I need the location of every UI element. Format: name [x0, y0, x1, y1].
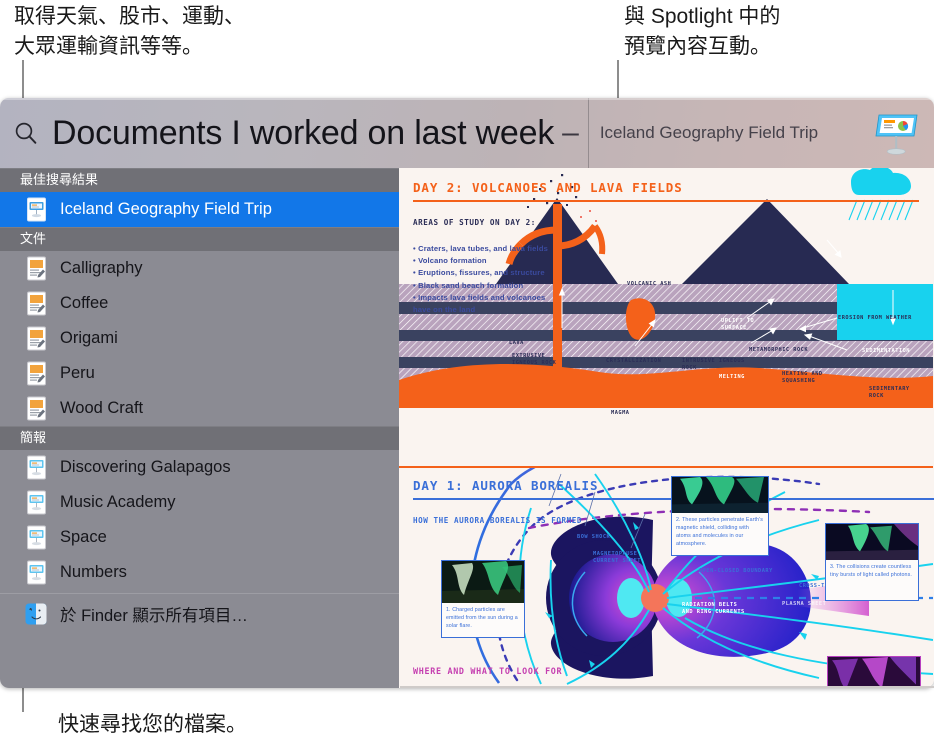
pages-document-icon	[24, 361, 48, 387]
preview-pane[interactable]: DAY 2: VOLCANOES AND LAVA FIELDS AREAS O…	[399, 168, 934, 688]
day2-header: DAY 2: VOLCANOES AND LAVA FIELDS	[413, 180, 919, 202]
spotlight-window: Documents I worked on last week – Icelan…	[0, 98, 934, 688]
day2-subtitle: AREAS OF STUDY ON DAY 2:	[413, 218, 536, 227]
day2-bullet-3: • Black sand beach formation	[413, 280, 524, 290]
label-lava: LAVA	[509, 340, 524, 346]
pages-document-icon	[24, 326, 48, 352]
label-crystallization: CRYSTALLIZATION	[606, 358, 662, 364]
result-row[interactable]: Wood Craft	[0, 391, 399, 426]
result-row-label: Origami	[60, 329, 118, 347]
day2-rule	[413, 200, 919, 202]
result-row-label: Space	[60, 528, 107, 546]
result-row[interactable]: Origami	[0, 321, 399, 356]
results-group-header: 最佳搜尋結果	[0, 168, 399, 192]
label-metamorphic-rock: METAMORPHIC ROCK	[749, 347, 809, 353]
keynote-document-icon	[24, 455, 48, 481]
spotlight-search-bar[interactable]: Documents I worked on last week – Icelan…	[0, 98, 934, 169]
spotlight-body: 最佳搜尋結果 Iceland Geography Field Trip 文件 Ca…	[0, 168, 934, 688]
day2-bullet-1: • Volcano formation	[413, 256, 487, 266]
label-magnetopause-current-sheet: MAGNETOPAUSE CURRENT SHEET	[593, 551, 641, 564]
result-row[interactable]: Iceland Geography Field Trip	[0, 192, 399, 227]
result-row[interactable]: Space	[0, 520, 399, 555]
annotation-right: 與 Spotlight 中的 預覽內容互動。	[624, 5, 781, 58]
day1-footer-note: WHERE AND WHAT TO LOOK FOR	[413, 666, 563, 676]
aurora-card-3: 3. The collisions create countless tiny …	[825, 523, 919, 601]
results-list[interactable]: 最佳搜尋結果 Iceland Geography Field Trip 文件 Ca…	[0, 168, 399, 688]
day2-bullet-0: • Craters, lava tubes, and lava fields	[413, 244, 548, 253]
label-extrusive-igneous-rock: EXTRUSIVE IGNEOUS ROCK	[512, 353, 557, 366]
day1-title: DAY 1: AURORA BOREALIS	[413, 478, 599, 493]
result-row[interactable]: Discovering Galapagos	[0, 450, 399, 485]
label-erosion-from-weather: EROSION FROM WEATHER	[838, 315, 912, 321]
result-row-label: Peru	[60, 364, 95, 382]
label-open-closed-boundary: OPEN-CLOSED BOUNDARY	[699, 568, 773, 574]
keynote-presentation-icon	[866, 108, 934, 158]
search-input[interactable]: Documents I worked on last week	[52, 114, 554, 153]
aurora-card-1-caption: 1. Charged particles are emitted from th…	[446, 607, 518, 629]
result-row-label: Numbers	[60, 563, 127, 581]
result-row-label: Iceland Geography Field Trip	[60, 200, 272, 218]
label-uplift-to-surface: UPLIFT TO SURFACE	[721, 318, 755, 331]
result-row[interactable]: Calligraphy	[0, 251, 399, 286]
label-plasma-sheet: PLASMA SHEET	[782, 601, 827, 607]
day2-bullets: • Craters, lava tubes, and lava fields •…	[413, 243, 623, 316]
result-row-label: Calligraphy	[60, 259, 143, 277]
day1-subtitle: HOW THE AURORA BOREALIS IS FORMED	[413, 516, 583, 525]
preview-bottom-divider	[400, 686, 934, 688]
results-separator	[0, 593, 399, 594]
aurora-card-2: 2. These particles penetrate Earth's mag…	[671, 476, 769, 556]
keynote-document-icon	[24, 560, 48, 586]
search-completion-text: Iceland Geography Field Trip	[599, 123, 819, 142]
label-radiation-belts: RADIATION BELTS AND RING CURRENTS	[682, 602, 745, 615]
annotation-left: 取得天氣、股市、運動、 大眾運輸資訊等等。	[14, 5, 245, 58]
result-row[interactable]: Peru	[0, 356, 399, 391]
label-sedimentary-rock: SEDIMENTARY ROCK	[869, 386, 910, 399]
day2-bullet-5: have on the land	[413, 305, 476, 315]
pages-document-icon	[24, 256, 48, 282]
label-sedimentation: SEDIMENTATION	[862, 348, 910, 354]
keynote-document-icon	[24, 197, 48, 223]
aurora-card-2-caption: 2. These particles penetrate Earth's mag…	[676, 517, 763, 547]
pages-document-icon	[24, 291, 48, 317]
day2-bullet-2: • Eruptions, fissures, and structure	[413, 268, 545, 278]
finder-icon	[24, 601, 48, 627]
aurora-card-3-caption: 3. The collisions create countless tiny …	[830, 564, 912, 578]
label-heating-and-squashing: HEATING AND SQUASHING	[782, 371, 823, 384]
pages-document-icon	[24, 396, 48, 422]
aurora-card-1: 1. Charged particles are emitted from th…	[441, 560, 525, 638]
day2-bullet-4: • Impacts lava fields and volcanoes	[413, 292, 546, 302]
label-magma: MAGMA	[611, 410, 630, 416]
show-all-in-finder-label: 於 Finder 顯示所有項目…	[60, 606, 248, 625]
result-row-label: Coffee	[60, 294, 109, 312]
result-row[interactable]: Coffee	[0, 286, 399, 321]
results-group-header: 簡報	[0, 426, 399, 450]
result-row[interactable]: Music Academy	[0, 485, 399, 520]
label-volcanic-ash: VOLCANIC ASH	[627, 281, 672, 287]
search-dash: –	[562, 116, 579, 149]
show-all-in-finder-row[interactable]: 於 Finder 顯示所有項目…	[0, 596, 399, 631]
results-group-header: 文件	[0, 227, 399, 251]
label-bow-shock: BOW SHOCK	[577, 534, 611, 540]
search-icon	[0, 120, 52, 146]
result-row-label: Music Academy	[60, 493, 176, 511]
result-row-label: Wood Craft	[60, 399, 144, 417]
result-row[interactable]: Numbers	[0, 555, 399, 590]
annotation-bottom: 快速尋找您的檔案。	[58, 713, 247, 736]
result-row-label: Discovering Galapagos	[60, 458, 231, 476]
keynote-document-icon	[24, 525, 48, 551]
day2-title: DAY 2: VOLCANOES AND LAVA FIELDS	[413, 180, 683, 195]
keynote-document-icon	[24, 490, 48, 516]
label-melting: MELTING	[719, 374, 745, 380]
day1-header: DAY 1: AURORA BOREALIS	[413, 478, 934, 500]
aurora-card-4	[827, 656, 921, 688]
label-intrusive-igneous-rock: INTRUSIVE IGNEOUS ROCK	[682, 358, 745, 371]
